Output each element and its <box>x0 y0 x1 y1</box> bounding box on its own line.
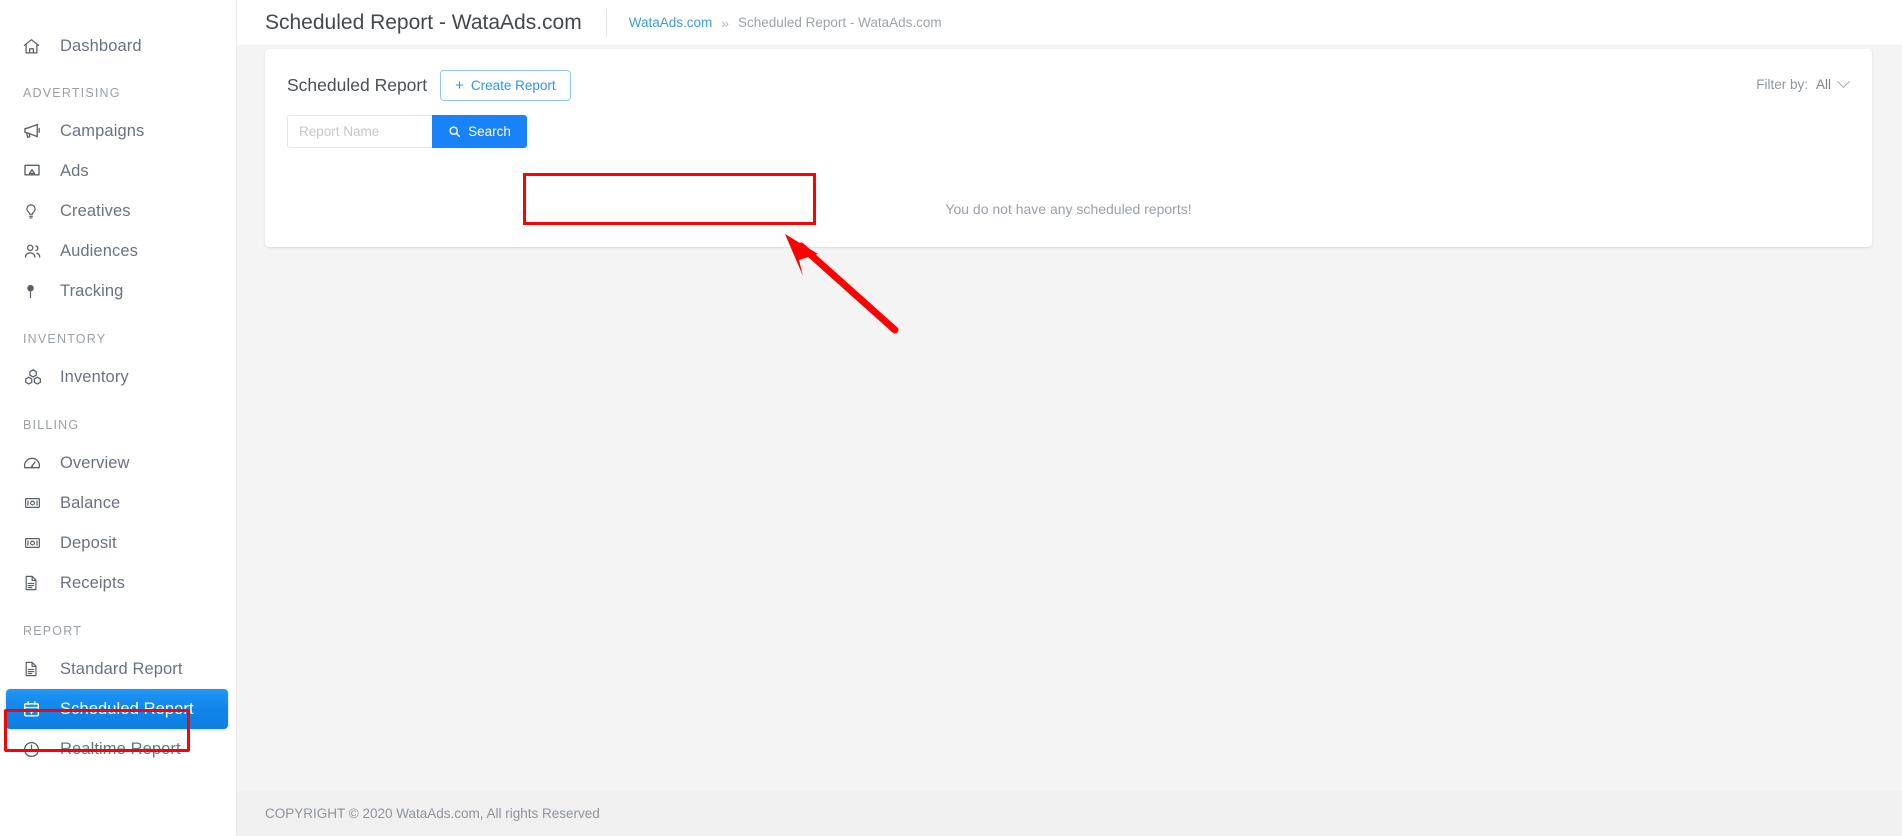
document-icon <box>22 658 46 680</box>
breadcrumb-current: Scheduled Report - WataAds.com <box>738 15 942 30</box>
filter-by-dropdown[interactable]: Filter by: All <box>1756 75 1850 92</box>
sidebar-item-dashboard[interactable]: Dashboard <box>0 26 236 66</box>
page-title: Scheduled Report - WataAds.com <box>265 10 582 34</box>
sidebar-section-inventory: INVENTORY <box>23 332 107 346</box>
sidebar-item-label: Receipts <box>60 573 125 592</box>
breadcrumb-separator-icon: » <box>721 14 730 31</box>
search-group: Search <box>287 115 527 148</box>
sidebar-item-label: Scheduled Report <box>60 699 194 718</box>
card-title: Scheduled Report <box>287 75 428 95</box>
app-root: Dashboard ADVERTISING Campaigns Ads Crea… <box>0 0 1902 836</box>
calendar-plus-icon <box>22 698 46 720</box>
main-content: Scheduled Report + Create Report Filter … <box>237 45 1902 791</box>
scheduled-report-card: Scheduled Report + Create Report Filter … <box>265 49 1872 247</box>
home-icon <box>22 35 46 57</box>
clock-icon <box>22 738 46 760</box>
boxes-icon <box>22 366 46 388</box>
sidebar-item-label: Audiences <box>60 241 138 260</box>
card-header: Scheduled Report + Create Report <box>287 70 571 101</box>
chevron-down-icon <box>1837 75 1850 89</box>
users-icon <box>22 240 46 262</box>
sidebar-item-deposit[interactable]: Deposit <box>0 523 236 563</box>
lightbulb-icon <box>22 200 46 222</box>
sidebar-item-label: Tracking <box>60 281 124 300</box>
sidebar-section-advertising: ADVERTISING <box>23 86 121 100</box>
plus-icon: + <box>455 77 464 94</box>
sidebar-section-billing: BILLING <box>23 418 80 432</box>
sidebar-item-label: Deposit <box>60 533 117 552</box>
sidebar-item-label: Inventory <box>60 367 129 386</box>
map-pin-icon <box>22 280 46 302</box>
document-icon <box>22 572 46 594</box>
sidebar-item-overview[interactable]: Overview <box>0 443 236 483</box>
footer: COPYRIGHT © 2020 WataAds.com, All rights… <box>237 791 1902 836</box>
sidebar-item-tracking[interactable]: Tracking <box>0 271 236 311</box>
filter-by-label: Filter by: <box>1756 77 1808 92</box>
breadcrumb-link-root[interactable]: WataAds.com <box>629 15 713 30</box>
topbar: Scheduled Report - WataAds.com WataAds.c… <box>237 0 1902 45</box>
sidebar-item-audiences[interactable]: Audiences <box>0 231 236 271</box>
divider <box>605 8 607 37</box>
search-button[interactable]: Search <box>432 115 527 148</box>
sidebar-item-balance[interactable]: Balance <box>0 483 236 523</box>
sidebar-item-standard-report[interactable]: Standard Report <box>0 649 236 689</box>
megaphone-icon <box>22 120 46 142</box>
ad-display-icon <box>22 160 46 182</box>
sidebar-item-label: Campaigns <box>60 121 145 140</box>
gauge-icon <box>22 452 46 474</box>
sidebar-item-label: Realtime Report <box>60 739 181 758</box>
sidebar-item-realtime-report[interactable]: Realtime Report <box>0 729 236 769</box>
sidebar-item-label: Dashboard <box>60 36 142 55</box>
sidebar-item-label: Overview <box>60 453 130 472</box>
sidebar-item-label: Ads <box>60 161 89 180</box>
search-input[interactable] <box>287 115 432 148</box>
search-icon <box>448 125 461 138</box>
sidebar-item-receipts[interactable]: Receipts <box>0 563 236 603</box>
search-button-label: Search <box>468 124 511 139</box>
filter-by-value: All <box>1815 77 1831 92</box>
empty-state-message: You do not have any scheduled reports! <box>945 201 1192 217</box>
sidebar-item-label: Standard Report <box>60 659 183 678</box>
copyright-text: COPYRIGHT © 2020 WataAds.com, All rights… <box>265 806 600 821</box>
create-report-button-label: Create Report <box>470 78 556 93</box>
breadcrumb: WataAds.com » Scheduled Report - WataAds… <box>629 15 942 31</box>
sidebar-item-label: Balance <box>60 493 121 512</box>
sidebar-item-inventory[interactable]: Inventory <box>0 357 236 397</box>
sidebar-item-ads[interactable]: Ads <box>0 151 236 191</box>
sidebar-section-report: REPORT <box>23 624 83 638</box>
sidebar-item-scheduled-report[interactable]: Scheduled Report <box>6 689 228 729</box>
create-report-button[interactable]: + Create Report <box>440 70 571 101</box>
sidebar-item-label: Creatives <box>60 201 131 220</box>
banknote-icon <box>22 532 46 554</box>
sidebar: Dashboard ADVERTISING Campaigns Ads Crea… <box>0 0 237 836</box>
sidebar-item-campaigns[interactable]: Campaigns <box>0 111 236 151</box>
banknote-icon <box>22 492 46 514</box>
sidebar-item-creatives[interactable]: Creatives <box>0 191 236 231</box>
